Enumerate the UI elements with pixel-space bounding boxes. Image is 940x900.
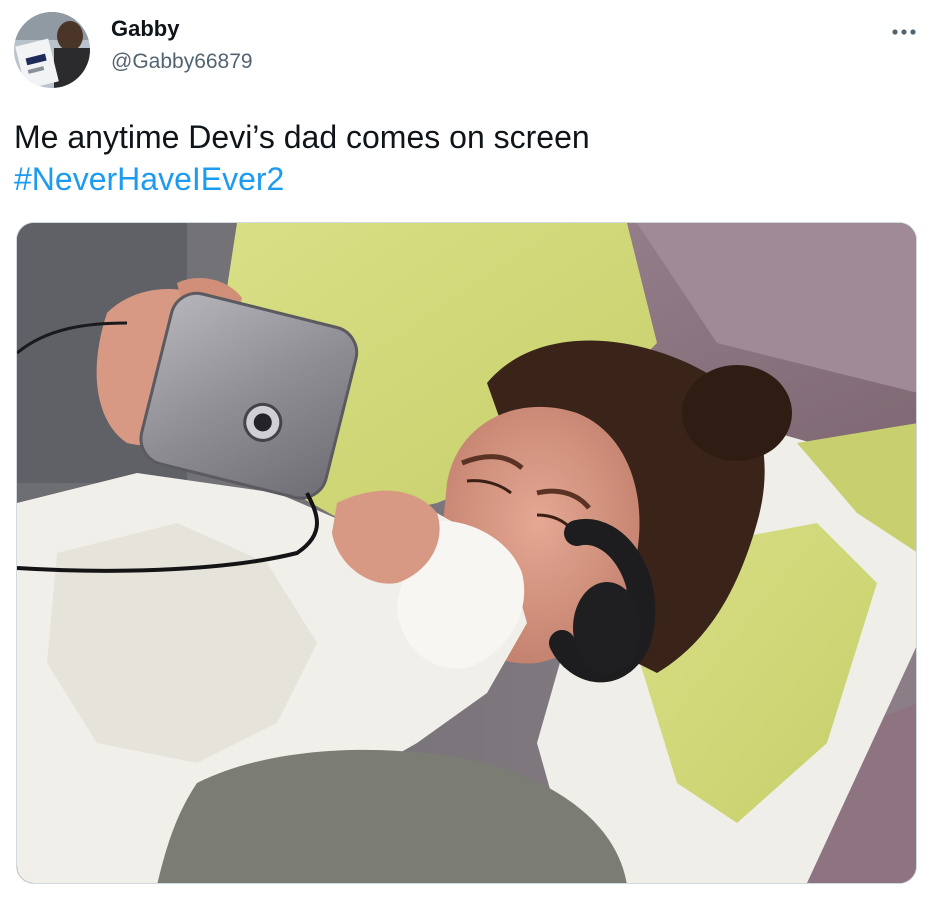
tweet-card: Gabby @Gabby66879 Me anytime Devi’s dad …: [0, 0, 940, 900]
more-options-button[interactable]: [886, 18, 922, 46]
tweet-text: Me anytime Devi’s dad comes on screen #N…: [14, 116, 914, 200]
avatar-image: [14, 12, 90, 88]
author-display-name[interactable]: Gabby: [111, 16, 179, 42]
photo-image: [17, 223, 916, 883]
author-handle[interactable]: @Gabby66879: [111, 50, 253, 74]
tweet-photo[interactable]: [16, 222, 917, 884]
avatar[interactable]: [14, 12, 90, 88]
more-horizontal-icon: [892, 29, 916, 35]
tweet-body-text: Me anytime Devi’s dad comes on screen: [14, 119, 590, 155]
hashtag-link[interactable]: #NeverHaveIEver2: [14, 158, 914, 200]
